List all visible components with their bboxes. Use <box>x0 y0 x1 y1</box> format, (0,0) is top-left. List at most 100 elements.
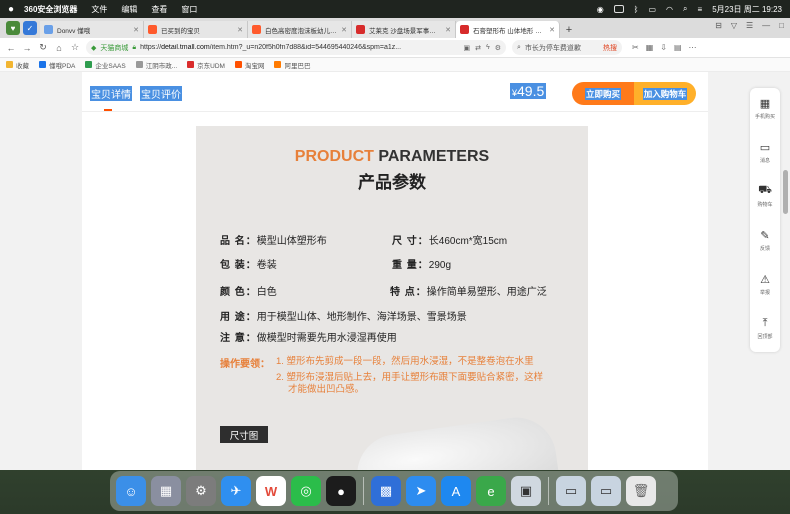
bookmark-item[interactable]: 懂哦PDA <box>39 60 75 70</box>
tab-title: Donvv 懂哦 <box>57 27 91 35</box>
windows-app-icon[interactable]: ▩ <box>371 476 401 506</box>
trash-icon[interactable]: 🗑︎ <box>626 476 656 506</box>
tab-product-detail[interactable]: 宝贝详情 <box>90 86 132 101</box>
url-text[interactable]: https://detail.tmall.com/item.htm?_u=n20… <box>140 44 459 51</box>
tab-sandbox-model[interactable]: 艾莱克 沙盘场景军事模型制作… ✕ <box>352 21 456 38</box>
tab-purchased[interactable]: 已买到的宝贝 ✕ <box>144 21 248 38</box>
clock[interactable]: 5月23日 周二 19:23 <box>712 4 782 15</box>
poster-subtitle: 产品参数 <box>358 173 426 193</box>
bookmark-item[interactable]: 江阴市政... <box>135 60 177 70</box>
spec-usage: 用 途：用于模型山体、地形制作、海洋场景、雪景场景 <box>220 308 467 323</box>
qq-icon[interactable]: ● <box>326 476 356 506</box>
bookmark-item[interactable]: 企业SAAS <box>85 60 126 70</box>
star-icon <box>6 61 13 68</box>
maximize-icon[interactable]: □ <box>779 21 784 30</box>
bookmark-favicon <box>274 61 282 68</box>
wechat-status-icon[interactable]: ◉ <box>597 5 604 14</box>
extension-icon[interactable]: ▦ <box>646 43 654 52</box>
sidebar-mobile-buy[interactable]: ▦ 手机购买 <box>750 88 780 128</box>
url-prefix: https:// <box>140 44 162 51</box>
hot-search-label[interactable]: 热搜 <box>603 43 617 53</box>
minimized-window-icon[interactable]: ▭ <box>556 476 586 506</box>
add-to-cart-button[interactable]: 加入购物车 <box>634 82 696 105</box>
tab-donvv[interactable]: Donvv 懂哦 ✕ <box>40 21 144 38</box>
forward-icon[interactable]: → <box>22 43 32 53</box>
product-parameters-image: PRODUCT PARAMETERS 产品参数 品 名：模型山体塑形布 尺 寸：… <box>196 126 588 470</box>
buy-now-button[interactable]: 立即购买 <box>572 82 634 105</box>
tab-title: 石膏塑形布 山体地形 军事沙… <box>473 27 546 35</box>
preview-icon[interactable]: ▣ <box>511 476 541 506</box>
browser-logo-icon[interactable]: ♥ <box>6 21 20 35</box>
bookmark-item[interactable]: 淘宝网 <box>234 60 264 70</box>
reload-icon[interactable]: ↻ <box>38 42 48 53</box>
screen-icon[interactable] <box>613 5 624 13</box>
new-tab-button[interactable]: + <box>560 21 578 38</box>
battery-icon[interactable]: ▭ <box>648 5 656 14</box>
menu-icon[interactable]: ☰ <box>746 21 753 30</box>
system-settings-icon[interactable]: ⚙ <box>186 476 216 506</box>
bookmark-item[interactable]: 京东UDM <box>187 60 225 70</box>
close-icon[interactable]: ✕ <box>341 26 347 34</box>
close-icon[interactable]: ✕ <box>445 26 451 34</box>
address-bar[interactable]: ◆ 天猫商城 🔒︎ https://detail.tmall.com/item.… <box>86 40 506 55</box>
tab-foam-board[interactable]: 白色高密度泡沫板幼儿园环创… ✕ <box>248 21 352 38</box>
lightning-icon[interactable]: ϟ <box>486 44 490 52</box>
home-icon[interactable]: ⌂ <box>54 43 64 53</box>
spec-weight: 重 量：290g <box>392 256 451 271</box>
dock-separator <box>548 477 549 505</box>
360-browser-icon[interactable]: e <box>476 476 506 506</box>
translate-icon[interactable]: ⇄ <box>475 44 481 52</box>
control-center-icon[interactable]: ≡ <box>698 5 703 14</box>
menu-edit[interactable]: 编辑 <box>121 4 137 15</box>
bookmark-item[interactable]: 阿里巴巴 <box>274 60 310 70</box>
sidebar-report[interactable]: ⚠ 举报 <box>750 264 780 304</box>
safari-icon[interactable]: ✈ <box>221 476 251 506</box>
shield-icon[interactable]: ✓ <box>23 21 37 35</box>
app-store-icon[interactable]: A <box>441 476 471 506</box>
sidebar-back-to-top[interactable]: ⤒ 回顶部 <box>750 308 780 348</box>
minimized-window-icon[interactable]: ▭ <box>591 476 621 506</box>
scrollbar-thumb[interactable] <box>783 170 788 214</box>
search-icon[interactable]: ⌕ <box>683 4 687 14</box>
tab-list-icon[interactable]: ⊟ <box>715 21 722 30</box>
download-icon[interactable]: ⇩ <box>660 43 667 52</box>
favorite-icon[interactable]: ▽ <box>731 21 737 30</box>
scissors-icon[interactable]: ✂ <box>632 43 639 52</box>
grid-icon[interactable]: ▤ <box>674 43 682 52</box>
sidebar-feedback[interactable]: ✎ 反馈 <box>750 220 780 260</box>
close-icon[interactable]: ✕ <box>133 26 139 34</box>
tip-2-line-2: 才能做出凹凸感。 <box>288 384 365 395</box>
launchpad-icon[interactable]: ▦ <box>151 476 181 506</box>
floating-sidebar: ▦ 手机购买 ▭ 消息 ⛟ 购物车 ✎ 反馈 ⚠ 举报 ⤒ 回顶部 <box>750 88 780 352</box>
feishu-icon[interactable]: ➤ <box>406 476 436 506</box>
menu-app-name[interactable]: 360安全浏览器 <box>24 4 77 15</box>
dock: ☺ ▦ ⚙ ✈ W ◎ ● ▩ ➤ A e ▣ ▭ ▭ 🗑︎ <box>110 471 678 511</box>
wifi-icon[interactable]: ◠ <box>666 5 673 14</box>
bluetooth-icon[interactable]: ᛒ <box>634 5 639 14</box>
close-icon[interactable]: ✕ <box>237 26 243 34</box>
tab-plaster-cloth[interactable]: 石膏塑形布 山体地形 军事沙… ✕ <box>456 21 560 38</box>
settings-icon[interactable]: ⚙ <box>495 44 501 52</box>
spec-color: 颜 色：白色 <box>220 283 277 298</box>
more-icon[interactable]: ⋯ <box>689 43 697 52</box>
bookmark-item[interactable]: 收藏 <box>6 60 29 70</box>
spec-key: 用 途： <box>220 312 257 323</box>
tab-product-reviews[interactable]: 宝贝评价 <box>140 86 182 101</box>
bookmark-star-icon[interactable]: ☆ <box>70 42 80 53</box>
search-box[interactable]: ⌕ 市长为停车费道歉 热搜 <box>512 40 622 55</box>
menu-file[interactable]: 文件 <box>91 4 107 15</box>
back-icon[interactable]: ← <box>6 43 16 53</box>
image-icon[interactable]: ▣ <box>464 44 471 52</box>
minimize-icon[interactable]: — <box>762 21 770 30</box>
menu-view[interactable]: 查看 <box>151 4 167 15</box>
bookmark-favicon <box>85 61 93 68</box>
sidebar-cart[interactable]: ⛟ 购物车 <box>750 176 780 216</box>
menu-window[interactable]: 窗口 <box>181 4 197 15</box>
lock-icon: 🔒︎ <box>132 43 137 51</box>
finder-icon[interactable]: ☺ <box>116 476 146 506</box>
apple-icon[interactable]: ● <box>8 4 14 15</box>
close-icon[interactable]: ✕ <box>549 26 555 34</box>
sidebar-messages[interactable]: ▭ 消息 <box>750 132 780 172</box>
wechat-icon[interactable]: ◎ <box>291 476 321 506</box>
wps-icon[interactable]: W <box>256 476 286 506</box>
